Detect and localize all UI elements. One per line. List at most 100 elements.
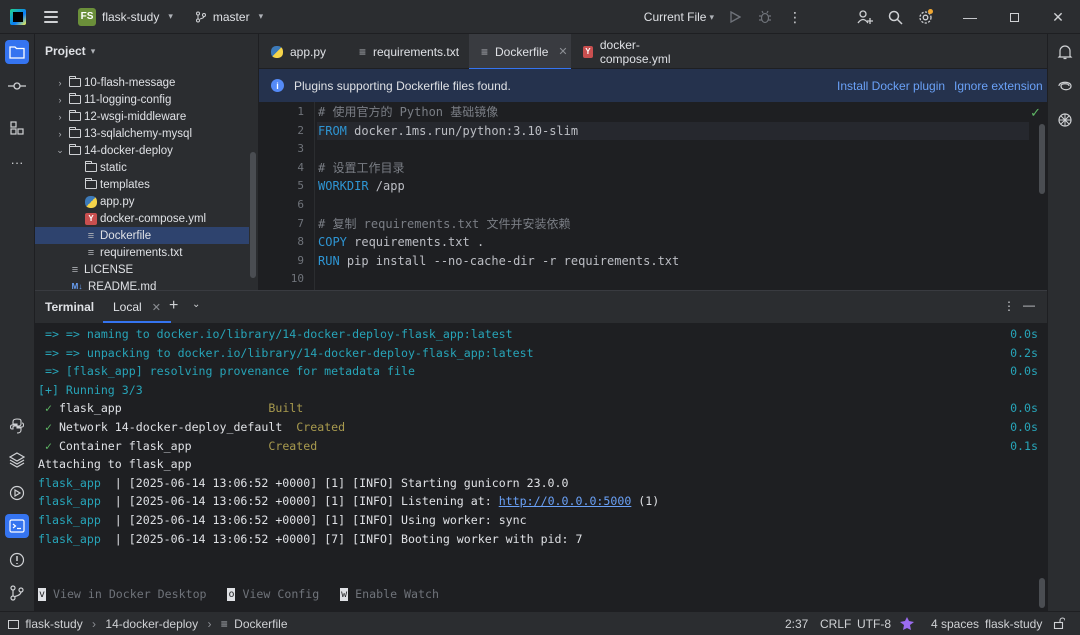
tree-item[interactable]: Ydocker-compose.yml <box>35 210 249 227</box>
project-panel-header[interactable]: Project ▾ <box>35 34 258 68</box>
chevron-right-icon[interactable]: › <box>55 95 65 105</box>
yaml-file-icon: Y <box>583 45 593 58</box>
git-tool-button[interactable] <box>5 581 29 605</box>
editor-tab[interactable]: app.py <box>259 34 347 69</box>
search-button[interactable] <box>880 0 910 34</box>
shortcut-label[interactable]: Enable Watch <box>348 587 460 601</box>
editor-tab[interactable]: ≡ requirements.txt <box>347 34 469 69</box>
ai-assistant-button[interactable] <box>1053 74 1077 98</box>
code-line[interactable]: WORKDIR /app <box>317 177 1029 196</box>
tree-item[interactable]: ≡ LICENSE <box>35 261 249 278</box>
terminal-tab-local[interactable]: Local ✕ <box>103 291 171 323</box>
caret-position[interactable]: 2:37 <box>785 617 808 631</box>
structure-tool-button[interactable] <box>5 116 29 140</box>
tree-item[interactable]: › 13-sqlalchemy-mysql <box>35 125 249 142</box>
commit-tool-button[interactable] <box>5 74 29 98</box>
copilot-button[interactable] <box>1053 108 1077 132</box>
tree-item[interactable]: › 12-wsgi-middleware <box>35 108 249 125</box>
indent-setting[interactable]: 4 spaces <box>931 617 979 631</box>
project-switcher[interactable]: FS flask-study ▾ <box>78 7 173 26</box>
copilot-status-icon[interactable] <box>900 617 914 634</box>
project-tool-button[interactable] <box>5 40 29 64</box>
chevron-right-icon[interactable]: › <box>55 112 65 122</box>
step-duration: 0.0s <box>1010 327 1038 341</box>
code-line[interactable] <box>317 196 1029 215</box>
tree-item[interactable]: static <box>35 159 249 176</box>
settings-button[interactable] <box>910 0 940 34</box>
more-tools-button[interactable]: ··· <box>5 150 29 174</box>
restore-button[interactable] <box>992 0 1036 34</box>
tree-item[interactable]: › 11-logging-config <box>35 91 249 108</box>
code-line[interactable]: COPY requirements.txt . <box>317 233 1029 252</box>
install-docker-plugin-link[interactable]: Install Docker plugin <box>837 79 945 93</box>
editor-scrollbar[interactable] <box>1039 124 1045 194</box>
ignore-extension-link[interactable]: Ignore extension <box>954 79 1043 93</box>
close-tab-icon[interactable]: ✕ <box>558 45 567 58</box>
terminal-text: ✓ <box>38 420 52 434</box>
file-encoding[interactable]: UTF-8 <box>857 617 891 631</box>
tree-item[interactable]: app.py <box>35 193 249 210</box>
editor-tab[interactable]: Ydocker-compose.yml <box>571 34 711 69</box>
breadcrumb-file[interactable]: Dockerfile <box>234 617 287 631</box>
terminal-line: => => naming to docker.io/library/14-doc… <box>38 325 1038 344</box>
code-line[interactable] <box>317 270 1029 289</box>
tree-item[interactable]: M↓ README.md <box>35 278 249 291</box>
tree-item[interactable]: templates <box>35 176 249 193</box>
add-user-button[interactable] <box>850 0 880 34</box>
chevron-down-icon[interactable]: ⌄ <box>55 145 65 156</box>
terminal-text: => => unpacking to docker.io/library/14-… <box>38 345 534 360</box>
branch-switcher[interactable]: master ▾ <box>195 10 263 24</box>
code-line[interactable]: # 使用官方的 Python 基础镜像 <box>317 103 1029 122</box>
tree-item[interactable]: ≡ Dockerfile <box>35 227 249 244</box>
chevron-right-icon[interactable]: › <box>55 129 65 139</box>
line-separator[interactable]: CRLF <box>820 617 851 631</box>
tree-item-label: app.py <box>100 195 135 208</box>
hide-terminal-icon[interactable]: — <box>1023 298 1035 312</box>
tree-item[interactable]: ⌄ 14-docker-deploy <box>35 142 249 159</box>
shortcut-label[interactable]: View Config <box>235 587 340 601</box>
chevron-right-icon[interactable]: › <box>55 78 65 88</box>
code-line[interactable]: # 复制 requirements.txt 文件并安装依赖 <box>317 215 1029 234</box>
code-editor[interactable]: 1 2 3 4 5 6 7 8 9 10 # 使用官方的 Python 基础镜像 FROM dock… <box>259 102 1047 290</box>
close-window-button[interactable]: ✕ <box>1036 0 1080 34</box>
problems-tool-button[interactable] <box>5 548 29 572</box>
run-button[interactable] <box>720 0 750 34</box>
close-tab-icon[interactable]: ✕ <box>152 301 161 314</box>
breadcrumb[interactable]: flask-study › 14-docker-deploy › ≡ Docke… <box>8 617 288 631</box>
breadcrumb-folder[interactable]: 14-docker-deploy <box>105 617 198 631</box>
terminal-options-icon[interactable]: ⋮ <box>1003 299 1015 313</box>
markdown-file-icon: M↓ <box>71 282 83 290</box>
interpreter-project[interactable]: flask-study <box>985 617 1042 631</box>
minimize-button[interactable]: — <box>948 0 992 34</box>
project-tool-window: Project ▾ › 10-flash-message › 11-logging-c… <box>35 34 259 290</box>
run-config-selector[interactable]: Current File ▾ <box>644 0 720 34</box>
tree-item[interactable]: ≡ requirements.txt <box>35 244 249 261</box>
project-panel-title: Project <box>45 44 86 58</box>
code-line[interactable] <box>317 140 1029 159</box>
terminal-scrollbar[interactable] <box>1039 578 1045 608</box>
shortcut-label[interactable]: View in Docker Desktop <box>46 587 227 601</box>
project-scrollbar[interactable] <box>250 152 256 278</box>
code-token: COPY <box>318 235 347 250</box>
shortcut-key[interactable]: w <box>340 588 349 601</box>
editor-tab[interactable]: ≡ Dockerfile ✕ <box>469 34 571 70</box>
code-line[interactable]: # 设置工作目录 <box>317 159 1029 178</box>
notifications-button[interactable] <box>1053 40 1077 64</box>
shortcut-key[interactable]: v <box>38 588 46 601</box>
services-button[interactable] <box>5 481 29 505</box>
code-line[interactable]: FROM docker.1ms.run/python:3.10-slim <box>317 121 1029 141</box>
terminal-dropdown-icon[interactable]: ⌄ <box>192 299 200 310</box>
python-packages-button[interactable] <box>5 448 29 472</box>
breadcrumb-project[interactable]: flask-study <box>25 617 82 631</box>
main-menu-icon[interactable] <box>44 10 58 23</box>
terminal-tool-button[interactable] <box>5 514 29 538</box>
code-line[interactable]: RUN pip install --no-cache-dir -r requir… <box>317 252 1029 271</box>
lock-icon[interactable] <box>1053 617 1066 632</box>
debug-button[interactable] <box>750 0 780 34</box>
python-console-button[interactable] <box>5 414 29 438</box>
more-actions-button[interactable]: ⋮ <box>780 0 810 34</box>
terminal-link[interactable]: http://0.0.0.0:5000 <box>499 494 632 508</box>
tree-item[interactable]: › 10-flash-message <box>35 74 249 91</box>
new-terminal-tab-icon[interactable]: + <box>169 297 178 315</box>
ide-logo-icon <box>10 8 26 25</box>
